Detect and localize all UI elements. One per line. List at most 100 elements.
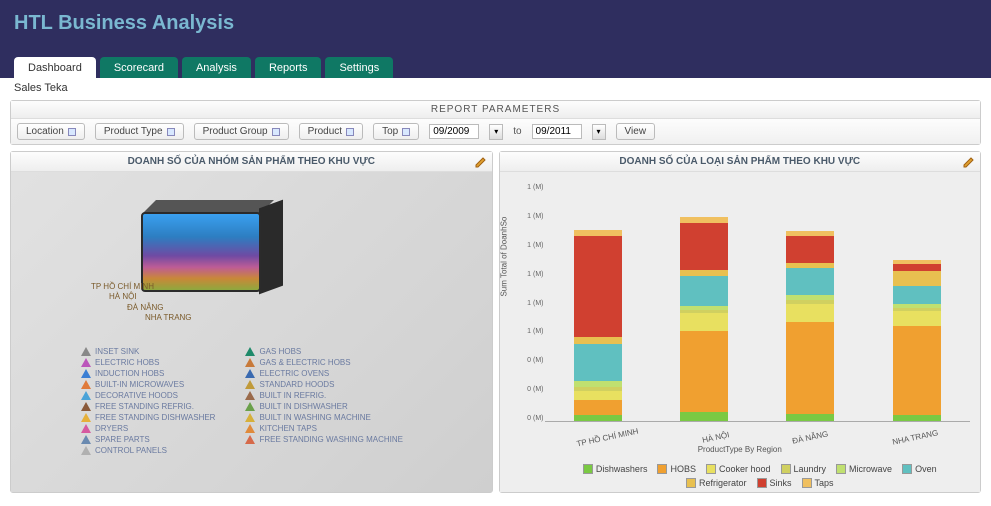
legend-item: FREE STANDING REFRIG.: [81, 402, 215, 411]
dashboard-panels: DOANH SỐ CỦA NHÓM SẢN PHẨM THEO KHU VỰC …: [0, 147, 991, 497]
date-to-picker-icon[interactable]: ▾: [592, 124, 606, 140]
panel-title-left: DOANH SỐ CỦA NHÓM SẢN PHẨM THEO KHU VỰC: [11, 152, 492, 172]
legend-item: HOBS: [657, 464, 696, 474]
legend-item: Taps: [802, 478, 834, 488]
bar-segment: [786, 304, 834, 322]
product-type-label: Product Type: [104, 126, 163, 137]
bar-segment: [680, 412, 728, 421]
legend-item: DRYERS: [81, 424, 215, 433]
legend-item: KITCHEN TAPS: [245, 424, 403, 433]
legend-item: ELECTRIC OVENS: [245, 369, 403, 378]
breadcrumb: Sales Teka: [0, 78, 991, 98]
report-parameters-row: Location Product Type Product Group Prod…: [11, 119, 980, 144]
region-axis-labels: TP HỒ CHÍ MINH HÀ NỘI ĐÀ NẴNG NHA TRANG: [91, 282, 192, 324]
y-tick: 1 (M): [518, 184, 544, 191]
tab-reports[interactable]: Reports: [255, 57, 322, 78]
legend-item: CONTROL PANELS: [81, 446, 215, 455]
region-label: NHA TRANG: [145, 313, 192, 323]
legend-item: BUILT IN DISHWASHER: [245, 402, 403, 411]
legend-item: GAS HOBS: [245, 347, 403, 356]
date-from-picker-icon[interactable]: ▾: [489, 124, 503, 140]
edit-icon[interactable]: [962, 155, 976, 169]
bar: [680, 217, 728, 421]
legend-item: BUILT IN WASHING MACHINE: [245, 413, 403, 422]
x-tick: HÀ NỘI: [701, 430, 730, 445]
y-tick: 0 (M): [518, 386, 544, 393]
bar-segment: [574, 400, 622, 415]
app-header: HTL Business Analysis Dashboard Scorecar…: [0, 0, 991, 78]
dropdown-icon: [346, 128, 354, 136]
dropdown-icon: [167, 128, 175, 136]
legend-item: ELECTRIC HOBS: [81, 358, 215, 367]
date-from-input[interactable]: [429, 124, 479, 139]
bar-segment: [786, 236, 834, 263]
region-label: TP HỒ CHÍ MINH: [91, 282, 192, 292]
tab-analysis[interactable]: Analysis: [182, 57, 251, 78]
x-tick: ĐÀ NẴNG: [792, 429, 830, 445]
report-parameters-panel: REPORT PARAMETERS Location Product Type …: [10, 100, 981, 145]
region-label: ĐÀ NẴNG: [127, 303, 192, 313]
bar-segment: [680, 276, 728, 306]
bar-segment: [893, 264, 941, 271]
y-tick: 0 (M): [518, 415, 544, 422]
legend-item: DECORATIVE HOODS: [81, 391, 215, 400]
bar-segment: [893, 286, 941, 304]
y-tick: 1 (M): [518, 271, 544, 278]
dropdown-icon: [272, 128, 280, 136]
bar-segment: [574, 337, 622, 344]
location-dropdown[interactable]: Location: [17, 123, 85, 140]
legend-item: STANDARD HOODS: [245, 380, 403, 389]
date-to-label: to: [513, 126, 521, 137]
bar-segment: [786, 414, 834, 421]
bar-segment: [574, 236, 622, 337]
legend-item: FREE STANDING WASHING MACHINE: [245, 435, 403, 444]
edit-icon[interactable]: [474, 155, 488, 169]
legend-item: GAS & ELECTRIC HOBS: [245, 358, 403, 367]
legend-item: INDUCTION HOBS: [81, 369, 215, 378]
legend-item: Cooker hood: [706, 464, 771, 474]
date-to-input[interactable]: [532, 124, 582, 139]
panel-body-right: Sum Total of DoanhSo 1 (M) 1 (M) 1 (M) 1 (M…: [500, 172, 981, 492]
legend-item: BUILT-IN MICROWAVES: [81, 380, 215, 389]
bar: [786, 231, 834, 421]
product-group-legend: INSET SINK ELECTRIC HOBS INDUCTION HOBS BUI…: [81, 347, 403, 457]
legend-item: FREE STANDING DISHWASHER: [81, 413, 215, 422]
bar-segment: [680, 223, 728, 270]
bar-segment: [893, 271, 941, 286]
product-type-dropdown[interactable]: Product Type: [95, 123, 184, 140]
y-tick: 0 (M): [518, 357, 544, 364]
view-button[interactable]: View: [616, 123, 656, 140]
app-title: HTL Business Analysis: [14, 8, 977, 35]
x-axis-label: ProductType By Region: [500, 445, 981, 454]
dropdown-icon: [402, 128, 410, 136]
main-tabs: Dashboard Scorecard Analysis Reports Set…: [14, 57, 393, 78]
y-tick: 1 (M): [518, 328, 544, 335]
legend-item: Sinks: [757, 478, 792, 488]
bar-segment: [893, 311, 941, 326]
legend-item: Refrigerator: [686, 478, 747, 488]
legend-item: INSET SINK: [81, 347, 215, 356]
panel-product-group-by-region: DOANH SỐ CỦA NHÓM SẢN PHẨM THEO KHU VỰC …: [10, 151, 493, 493]
y-axis-label: Sum Total of DoanhSo: [500, 217, 509, 297]
product-dropdown[interactable]: Product: [299, 123, 363, 140]
tab-scorecard[interactable]: Scorecard: [100, 57, 178, 78]
tab-dashboard[interactable]: Dashboard: [14, 57, 96, 78]
bar-segment: [574, 415, 622, 421]
top-label: Top: [382, 126, 398, 137]
region-label: HÀ NỘI: [109, 292, 192, 302]
product-type-legend: DishwashersHOBSCooker hoodLaundryMicrowa…: [550, 464, 971, 488]
panel-title-right: DOANH SỐ CỦA LOẠI SẢN PHẨM THEO KHU VỰC: [500, 152, 981, 172]
product-label: Product: [308, 126, 342, 137]
y-tick: 1 (M): [518, 213, 544, 220]
y-tick: 1 (M): [518, 242, 544, 249]
product-group-dropdown[interactable]: Product Group: [194, 123, 289, 140]
x-tick: NHA TRANG: [891, 428, 938, 446]
bar-segment: [574, 344, 622, 381]
legend-item: BUILT IN REFRIG.: [245, 391, 403, 400]
tab-settings[interactable]: Settings: [325, 57, 393, 78]
dropdown-icon: [68, 128, 76, 136]
x-axis-ticks: TP HỒ CHÍ MINHHÀ NỘIĐÀ NẴNGNHA TRANG: [545, 433, 971, 442]
bar: [893, 260, 941, 421]
view-label: View: [625, 126, 647, 137]
top-dropdown[interactable]: Top: [373, 123, 419, 140]
